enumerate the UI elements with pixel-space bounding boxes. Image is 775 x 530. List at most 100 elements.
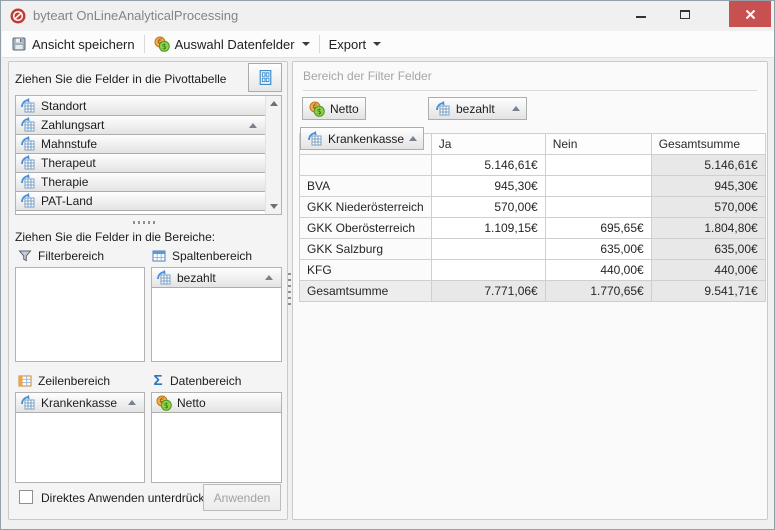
chevron-down-icon bbox=[302, 42, 310, 46]
coins-icon: € $ bbox=[154, 36, 170, 52]
datafields-dropdown-button[interactable]: € $ Auswahl Datenfelder bbox=[145, 31, 319, 57]
column-area-icon bbox=[151, 248, 167, 264]
field-item-label: Standort bbox=[41, 99, 86, 113]
svg-text:$: $ bbox=[164, 400, 169, 409]
column-header-ja[interactable]: Ja bbox=[431, 134, 545, 155]
field-item-standort[interactable]: Standort bbox=[16, 96, 265, 116]
row-label[interactable]: GKK Oberösterreich bbox=[300, 218, 432, 239]
cell-value-total[interactable]: 1.804,80€ bbox=[651, 218, 765, 239]
minimize-icon bbox=[636, 16, 646, 18]
export-label: Export bbox=[329, 37, 367, 52]
cell-value[interactable]: 570,00€ bbox=[431, 197, 545, 218]
row-area-title: Zeilenbereich bbox=[38, 374, 110, 388]
sigma-icon: Σ bbox=[151, 373, 165, 388]
table-row: BVA 945,30€ 945,30€ bbox=[300, 176, 766, 197]
cell-value-total[interactable]: 7.771,06€ bbox=[431, 281, 545, 302]
cell-value[interactable] bbox=[545, 155, 651, 176]
cell-value[interactable]: 945,30€ bbox=[431, 176, 545, 197]
table-row: 5.146,61€ 5.146,61€ bbox=[300, 155, 766, 176]
cell-value[interactable] bbox=[431, 260, 545, 281]
row-label[interactable]: BVA bbox=[300, 176, 432, 197]
scroll-up-icon[interactable] bbox=[266, 96, 282, 111]
cell-value-total[interactable]: 570,00€ bbox=[651, 197, 765, 218]
pivot-table: Ja Nein Gesamtsumme 5.146,61€ 5.146,61€ … bbox=[299, 133, 766, 302]
cell-value-grand-total[interactable]: 9.541,71€ bbox=[651, 281, 765, 302]
data-area-box[interactable]: €$ Netto bbox=[151, 392, 282, 483]
maximize-button[interactable] bbox=[665, 1, 705, 27]
maximize-icon bbox=[680, 10, 690, 19]
row-label[interactable]: KFG bbox=[300, 260, 432, 281]
pivot-column-chip-bezahlt[interactable]: bezahlt bbox=[428, 97, 527, 120]
apply-button[interactable]: Anwenden bbox=[203, 484, 281, 511]
cell-value[interactable]: 440,00€ bbox=[545, 260, 651, 281]
cell-value-total[interactable]: 635,00€ bbox=[651, 239, 765, 260]
row-area-box[interactable]: Krankenkasse bbox=[15, 392, 145, 483]
title-bar[interactable]: byteart OnLineAnalyticalProcessing bbox=[1, 1, 774, 31]
pivot-data-chip-netto[interactable]: €$ Netto bbox=[302, 97, 366, 120]
chip-label: Krankenkasse bbox=[41, 396, 117, 410]
cell-value[interactable]: 1.109,15€ bbox=[431, 218, 545, 239]
cell-value-total[interactable]: 945,30€ bbox=[651, 176, 765, 197]
cell-value-total[interactable]: 440,00€ bbox=[651, 260, 765, 281]
chip-label: Netto bbox=[177, 396, 206, 410]
column-header-nein[interactable]: Nein bbox=[545, 134, 651, 155]
row-area-icon bbox=[17, 373, 33, 389]
cell-value-total[interactable]: 5.146,61€ bbox=[651, 155, 765, 176]
row-label[interactable]: GKK Niederösterreich bbox=[300, 197, 432, 218]
layout-grid-button[interactable] bbox=[248, 63, 282, 92]
pivot-field-icon bbox=[20, 174, 36, 190]
row-area-chip-krankenkasse[interactable]: Krankenkasse bbox=[16, 393, 144, 413]
filter-area-title: Filterbereich bbox=[38, 249, 104, 263]
grand-total-row: Gesamtsumme 7.771,06€ 1.770,65€ 9.541,71… bbox=[300, 281, 766, 302]
suppress-apply-label: Direktes Anwenden unterdrücken bbox=[41, 491, 218, 505]
table-row: GKK Niederösterreich 570,00€ 570,00€ bbox=[300, 197, 766, 218]
pivot-field-icon bbox=[20, 395, 36, 411]
column-area-box[interactable]: bezahlt bbox=[151, 267, 282, 362]
cell-value-total[interactable]: 1.770,65€ bbox=[545, 281, 651, 302]
vertical-splitter-handle[interactable] bbox=[288, 273, 291, 307]
datafields-label: Auswahl Datenfelder bbox=[175, 37, 295, 52]
app-icon bbox=[10, 8, 26, 24]
table-row: KFG 440,00€ 440,00€ bbox=[300, 260, 766, 281]
minimize-button[interactable] bbox=[621, 1, 661, 27]
close-button[interactable] bbox=[729, 1, 771, 27]
cell-value[interactable]: 635,00€ bbox=[545, 239, 651, 260]
row-label-gesamtsumme[interactable]: Gesamtsumme bbox=[300, 281, 432, 302]
pivot-field-icon bbox=[20, 136, 36, 152]
sort-ascending-icon bbox=[265, 275, 273, 280]
field-item-label: PAT-Land bbox=[41, 194, 93, 208]
field-item-pat-land[interactable]: PAT-Land bbox=[16, 191, 265, 211]
suppress-apply-checkbox[interactable] bbox=[19, 490, 33, 504]
scroll-down-icon[interactable] bbox=[266, 199, 282, 214]
field-item-therapie[interactable]: Therapie bbox=[16, 172, 265, 192]
save-view-button[interactable]: Ansicht speichern bbox=[2, 31, 144, 57]
field-list-scrollbar[interactable] bbox=[265, 96, 281, 214]
cell-value[interactable] bbox=[545, 197, 651, 218]
drag-areas-label: Ziehen Sie die Felder in die Bereiche: bbox=[15, 230, 215, 244]
cell-value[interactable]: 695,65€ bbox=[545, 218, 651, 239]
cell-value[interactable] bbox=[545, 176, 651, 197]
filter-fields-area-label: Bereich der Filter Felder bbox=[303, 69, 432, 83]
cell-value[interactable] bbox=[431, 239, 545, 260]
field-item-mahnstufe[interactable]: Mahnstufe bbox=[16, 134, 265, 154]
data-area-chip-netto[interactable]: €$ Netto bbox=[152, 393, 281, 413]
horizontal-splitter-handle[interactable] bbox=[133, 221, 157, 224]
field-item-zahlungsart[interactable]: Zahlungsart bbox=[16, 115, 265, 135]
cell-value[interactable]: 5.146,61€ bbox=[431, 155, 545, 176]
row-label[interactable] bbox=[300, 155, 432, 176]
column-area-chip-bezahlt[interactable]: bezahlt bbox=[152, 268, 281, 288]
field-item-therapeut[interactable]: Therapeut bbox=[16, 153, 265, 173]
chip-label: bezahlt bbox=[456, 102, 495, 116]
column-header-gesamtsumme[interactable]: Gesamtsumme bbox=[651, 134, 765, 155]
filter-area-header: Filterbereich bbox=[17, 248, 104, 264]
filter-area-divider bbox=[303, 90, 757, 91]
coins-icon: €$ bbox=[156, 395, 172, 411]
row-label[interactable]: GKK Salzburg bbox=[300, 239, 432, 260]
filter-area-box[interactable] bbox=[15, 267, 145, 362]
export-dropdown-button[interactable]: Export bbox=[320, 31, 391, 57]
coins-icon: €$ bbox=[309, 101, 325, 117]
pivot-row-chip-krankenkasse[interactable]: Krankenkasse bbox=[300, 127, 424, 150]
pivot-panel: Bereich der Filter Felder €$ Netto bezah… bbox=[292, 61, 768, 520]
pivot-field-icon bbox=[20, 117, 36, 133]
apply-row: Direktes Anwenden unterdrücken Anwenden bbox=[17, 484, 281, 511]
